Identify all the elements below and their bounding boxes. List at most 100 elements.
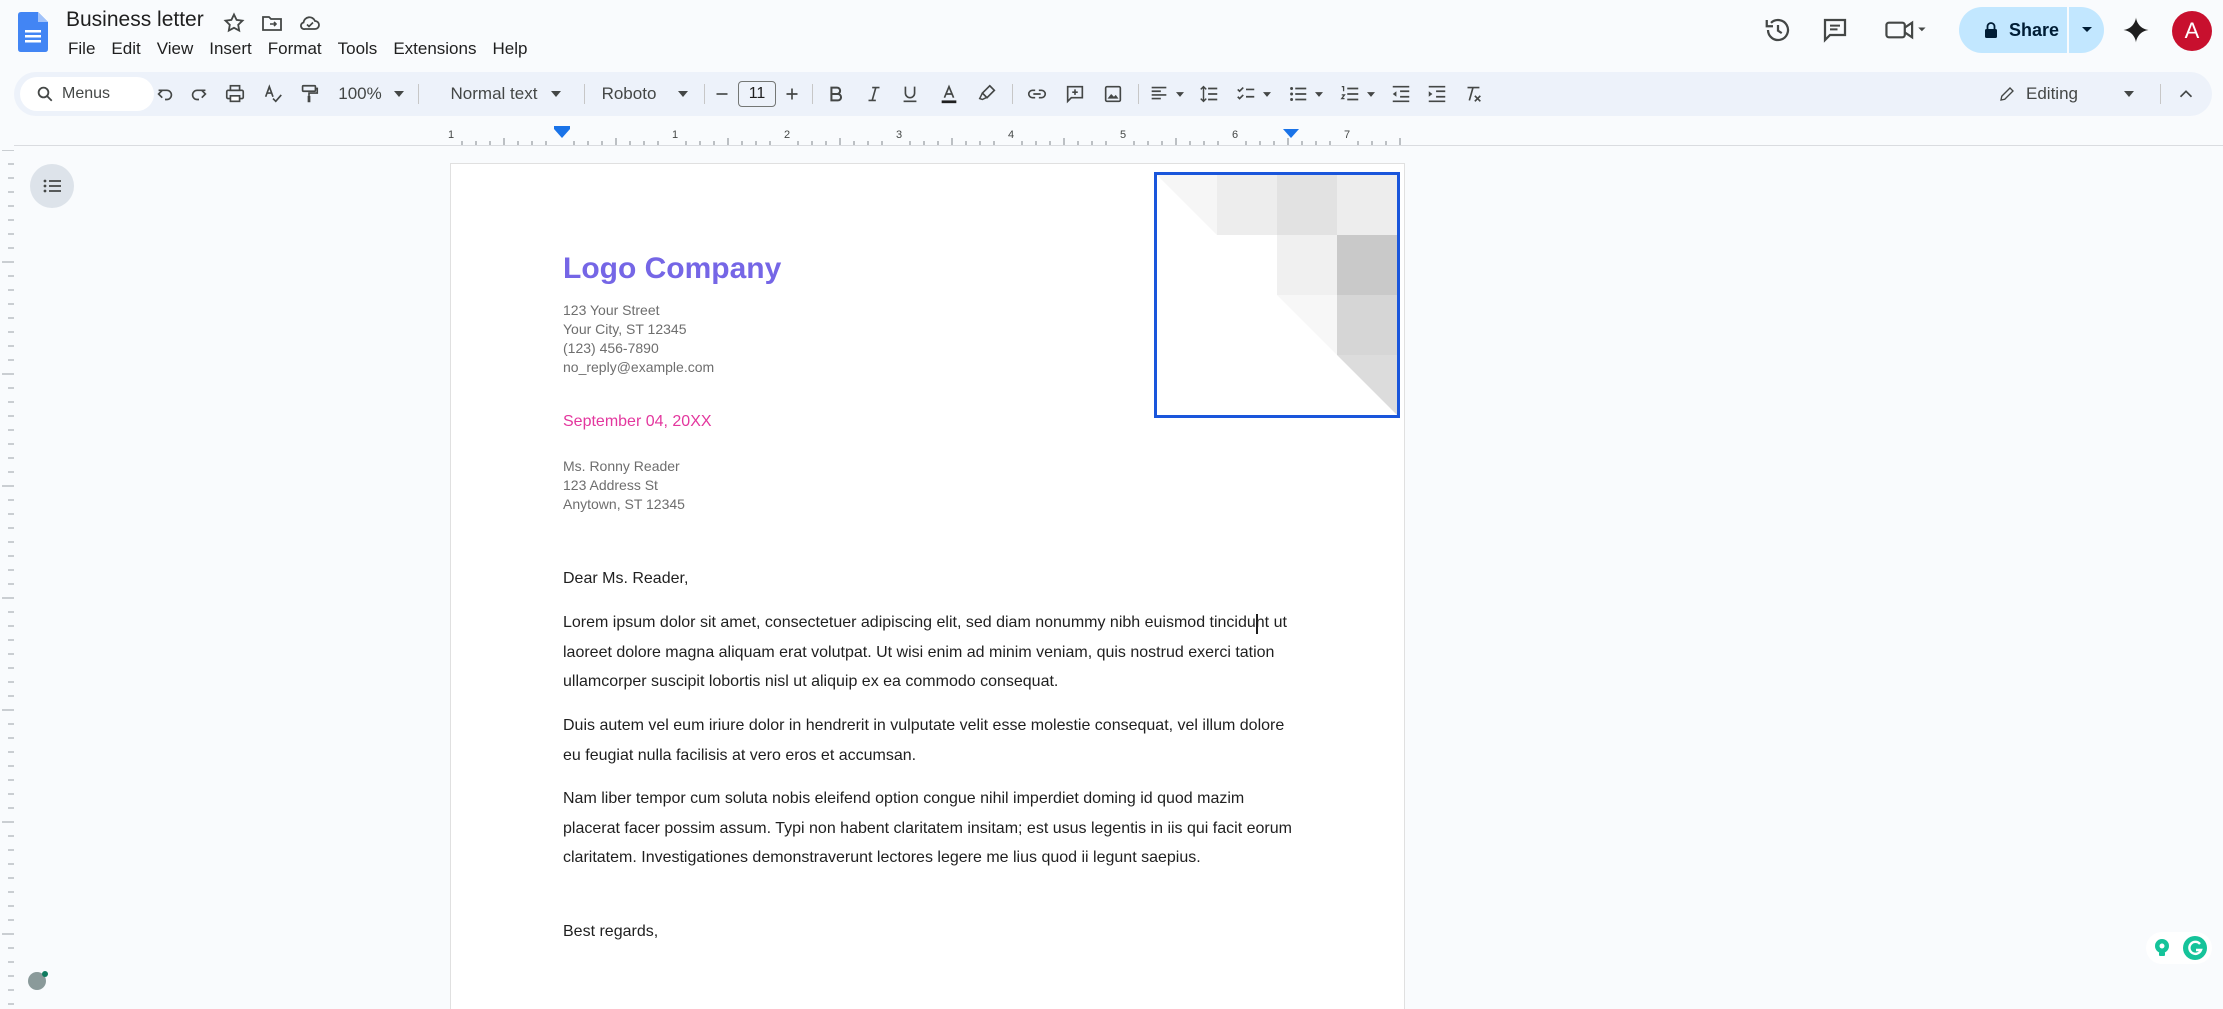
- horizontal-ruler[interactable]: 1 1 2 3 4 5 6 7: [448, 126, 1403, 146]
- sender-street[interactable]: 123 Your Street: [563, 301, 660, 320]
- version-history-icon[interactable]: [1763, 15, 1793, 45]
- share-dropdown-button[interactable]: [2069, 7, 2104, 53]
- left-indent-marker-icon[interactable]: [554, 129, 570, 138]
- paragraph-2[interactable]: Duis autem vel eum iriure dolor in hendr…: [563, 711, 1303, 770]
- spellcheck-icon: [264, 84, 282, 103]
- numbered-list-button[interactable]: [1334, 80, 1380, 108]
- editing-mode-select[interactable]: Editing: [1988, 80, 2138, 108]
- minus-icon: [716, 93, 728, 95]
- align-left-icon: [1151, 86, 1167, 100]
- clear-formatting-button[interactable]: [1458, 80, 1488, 108]
- bulleted-list-button[interactable]: [1282, 80, 1328, 108]
- text-color-button[interactable]: [934, 80, 964, 108]
- search-icon: [37, 86, 53, 102]
- menu-tools[interactable]: Tools: [330, 37, 386, 61]
- zoom-select[interactable]: 100%: [336, 80, 406, 108]
- line-spacing-button[interactable]: [1194, 80, 1224, 108]
- grammarly-widget[interactable]: [2146, 932, 2212, 964]
- outline-list-icon: [43, 179, 61, 193]
- clear-formatting-icon: [1467, 86, 1481, 102]
- text-color-icon: [941, 84, 957, 104]
- sender-email[interactable]: no_reply@example.com: [563, 358, 714, 377]
- recipient-city[interactable]: Anytown, ST 12345: [563, 495, 685, 514]
- share-label: Share: [2009, 19, 2060, 40]
- account-avatar[interactable]: A: [2172, 11, 2212, 51]
- paint-format-button[interactable]: [294, 80, 324, 108]
- print-button[interactable]: [220, 80, 250, 108]
- selected-decorative-image[interactable]: [1154, 172, 1400, 418]
- right-indent-marker-icon[interactable]: [1283, 129, 1299, 138]
- menu-help[interactable]: Help: [484, 37, 535, 61]
- sender-phone[interactable]: (123) 456-7890: [563, 339, 659, 358]
- document-page[interactable]: Logo Company 123 Your Street Your City, …: [450, 163, 1405, 1009]
- comments-icon[interactable]: [1820, 15, 1850, 45]
- menu-format[interactable]: Format: [260, 37, 330, 61]
- chevron-down-icon: [1367, 91, 1375, 97]
- vertical-ruler[interactable]: [0, 150, 14, 1009]
- increase-font-size-button[interactable]: [780, 80, 804, 108]
- star-icon[interactable]: [222, 11, 246, 35]
- zoom-value: 100%: [338, 84, 382, 103]
- chevron-down-icon: [678, 91, 689, 97]
- bulleted-list-icon: [1290, 87, 1307, 101]
- bold-button[interactable]: [822, 80, 850, 108]
- redo-button[interactable]: [184, 80, 214, 108]
- menu-insert[interactable]: Insert: [201, 37, 260, 61]
- document-outline-button[interactable]: [30, 164, 74, 208]
- paragraph-1-text: Lorem ipsum dolor sit amet, consectetuer…: [563, 614, 1287, 690]
- document-title[interactable]: Business letter: [66, 8, 204, 32]
- sender-city[interactable]: Your City, ST 12345: [563, 320, 686, 339]
- undo-button[interactable]: [150, 80, 180, 108]
- first-line-indent-marker-icon[interactable]: [554, 126, 570, 129]
- chevron-down-icon: [551, 91, 562, 97]
- numbered-list-icon: [1340, 86, 1359, 101]
- font-family-select[interactable]: Roboto: [592, 80, 698, 108]
- hide-menus-button[interactable]: [2174, 80, 2198, 108]
- salutation[interactable]: Dear Ms. Reader,: [563, 564, 1303, 594]
- closing[interactable]: Best regards,: [563, 917, 1303, 947]
- recipient-name[interactable]: Ms. Ronny Reader: [563, 457, 680, 476]
- italic-button[interactable]: [860, 80, 888, 108]
- menu-edit[interactable]: Edit: [103, 37, 148, 61]
- bulb-icon: [2154, 939, 2169, 956]
- letter-date[interactable]: September 04, 20XX: [563, 413, 712, 431]
- paragraph-style-select[interactable]: Normal text: [438, 80, 574, 108]
- insert-image-button[interactable]: [1098, 80, 1128, 108]
- ruler-number: 2: [784, 129, 790, 141]
- menu-file[interactable]: File: [60, 37, 103, 61]
- plus-icon: [786, 88, 798, 100]
- italic-icon: [868, 86, 880, 102]
- insert-link-button[interactable]: [1022, 80, 1052, 108]
- align-button[interactable]: [1144, 80, 1188, 108]
- line-spacing-icon: [1200, 85, 1218, 103]
- checklist-button[interactable]: [1230, 80, 1276, 108]
- bold-icon: [830, 86, 842, 102]
- decrease-indent-button[interactable]: [1386, 80, 1416, 108]
- menu-view[interactable]: View: [149, 37, 202, 61]
- decrease-font-size-button[interactable]: [710, 80, 734, 108]
- increase-indent-button[interactable]: [1422, 80, 1452, 108]
- share-button[interactable]: Share: [1959, 7, 2067, 53]
- font-size-input[interactable]: 11: [738, 81, 776, 107]
- ruler-number: 3: [896, 129, 902, 141]
- spellcheck-button[interactable]: [258, 80, 288, 108]
- add-comment-button[interactable]: [1060, 80, 1090, 108]
- company-name[interactable]: Logo Company: [563, 252, 781, 286]
- cloud-status-icon[interactable]: [298, 11, 322, 35]
- underline-button[interactable]: [896, 80, 924, 108]
- meet-call-icon[interactable]: [1884, 15, 1928, 45]
- share-button-group: Share: [1959, 7, 2104, 53]
- paragraph-3[interactable]: Nam liber tempor cum soluta nobis eleife…: [563, 784, 1303, 873]
- move-folder-icon[interactable]: [260, 11, 284, 35]
- paragraph-1[interactable]: Lorem ipsum dolor sit amet, consectetuer…: [563, 608, 1303, 697]
- explore-icon[interactable]: [26, 970, 48, 992]
- ruler-number: 1: [448, 129, 454, 141]
- menu-extensions[interactable]: Extensions: [385, 37, 484, 61]
- link-icon: [1027, 89, 1047, 99]
- recipient-street[interactable]: 123 Address St: [563, 476, 658, 495]
- menus-search[interactable]: Menus: [20, 77, 154, 111]
- docs-logo-icon[interactable]: [18, 12, 48, 52]
- menu-bar: File Edit View Insert Format Tools Exten…: [60, 37, 535, 61]
- highlight-color-button[interactable]: [972, 80, 1002, 108]
- gemini-spark-icon[interactable]: [2121, 15, 2151, 45]
